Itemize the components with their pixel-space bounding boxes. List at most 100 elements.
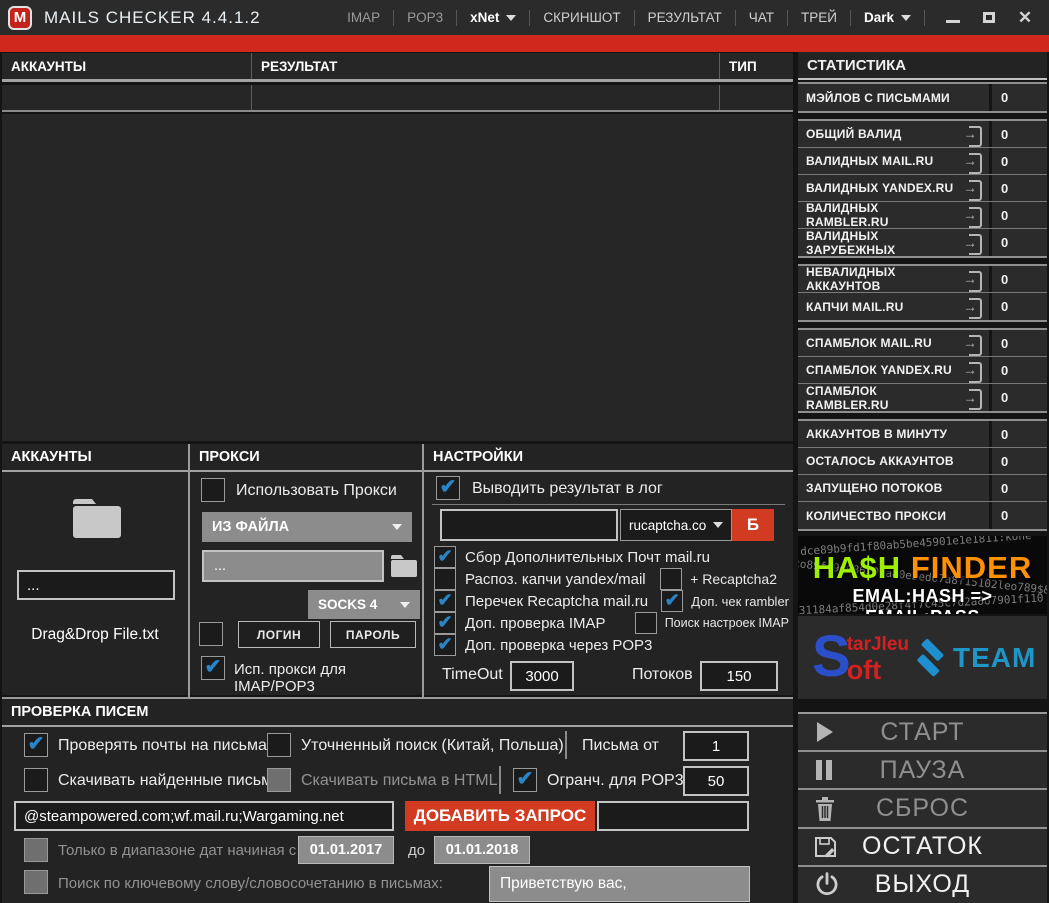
balance-button[interactable]: Б: [732, 509, 774, 541]
chevron-down-icon: [400, 602, 410, 608]
proxy-folder-icon[interactable]: [390, 552, 418, 583]
menu-chat[interactable]: ЧАТ: [736, 10, 787, 25]
stat-value: 0: [992, 293, 1047, 320]
use-proxy-checkbox[interactable]: ✔: [201, 478, 225, 502]
export-icon[interactable]: [963, 335, 982, 352]
download-html-checkbox[interactable]: ✔: [267, 768, 291, 792]
export-icon[interactable]: [963, 298, 982, 315]
menu-tray[interactable]: ТРЕЙ: [788, 10, 850, 25]
keyword-search-checkbox[interactable]: ✔: [24, 870, 48, 894]
captcha-service-select[interactable]: rucaptcha.co: [620, 509, 732, 541]
play-icon: [814, 720, 836, 744]
export-icon[interactable]: [963, 234, 982, 251]
stat-row: ЗАПУЩЕНО ПОТОКОВ 0: [798, 475, 1047, 502]
pop3-check-checkbox[interactable]: ✔: [434, 634, 456, 656]
recaptcha2-label: + Recaptcha2: [690, 571, 777, 587]
menu-imap[interactable]: IMAP: [334, 10, 393, 25]
stat-value: 0: [992, 357, 1047, 383]
proxy-password-button[interactable]: ПАРОЛЬ: [330, 621, 416, 648]
refined-search-checkbox[interactable]: ✔: [267, 733, 291, 757]
log-output-checkbox[interactable]: ✔: [436, 476, 460, 500]
minimize-button[interactable]: [935, 3, 971, 33]
timeout-input[interactable]: 3000: [510, 661, 574, 691]
team-icon: [909, 637, 951, 679]
remainder-button[interactable]: ОСТАТОК: [798, 829, 1047, 867]
imap-check-checkbox[interactable]: ✔: [434, 612, 456, 634]
letters-from-input[interactable]: 1: [683, 731, 749, 761]
export-icon[interactable]: [963, 362, 982, 379]
stats-group: ОБЩИЙ ВАЛИД 0 ВАЛИДНЫХ MAIL.RU 0 ВАЛИДНЫ…: [798, 119, 1047, 258]
export-icon[interactable]: [963, 180, 982, 197]
check-mail-checkbox[interactable]: ✔: [24, 733, 48, 757]
export-icon[interactable]: [963, 389, 982, 406]
export-icon[interactable]: [963, 153, 982, 170]
save-icon: [814, 835, 838, 859]
proxy-auth-checkbox[interactable]: ✔: [199, 622, 223, 646]
pop3-check-label: Доп. проверка через POP3: [465, 637, 652, 654]
captcha-key-input[interactable]: [440, 509, 618, 541]
folder-icon[interactable]: [70, 494, 124, 545]
proxy-file-field[interactable]: ...: [202, 550, 384, 582]
option-row: ✔ Распоз. капчи yandex/mail ✔ + Recaptch…: [434, 568, 777, 590]
accounts-file-path-field[interactable]: ...: [17, 570, 175, 600]
team-logo[interactable]: TEAM: [909, 637, 1036, 679]
pop3-limit-input[interactable]: 50: [683, 766, 749, 796]
proxy-login-button[interactable]: ЛОГИН: [238, 621, 320, 648]
captcha-recognize-checkbox[interactable]: ✔: [434, 568, 456, 590]
menu-result[interactable]: РЕЗУЛЬТАТ: [635, 10, 735, 25]
refined-search-label: Уточненный поиск (Китай, Польша): [301, 737, 564, 755]
date-range-checkbox[interactable]: ✔: [24, 838, 48, 862]
timeout-label: TimeOut: [442, 666, 503, 684]
menu-xnet[interactable]: xNet: [457, 10, 529, 25]
download-letters-checkbox[interactable]: ✔: [24, 768, 48, 792]
results-log-area[interactable]: [2, 114, 793, 441]
column-type[interactable]: ТИП: [720, 53, 793, 79]
query-secondary-input[interactable]: [597, 801, 749, 831]
add-query-button[interactable]: ДОБАВИТЬ ЗАПРОС: [405, 801, 595, 831]
download-html-label: Скачивать письма в HTML: [301, 772, 497, 790]
option-row: ✔ Доп. проверка IMAP ✔ Поиск настроек IM…: [434, 612, 789, 634]
proxy-source-select[interactable]: ИЗ ФАЙЛА: [202, 512, 412, 542]
reset-button[interactable]: СБРОС: [798, 790, 1047, 828]
export-icon[interactable]: [963, 126, 982, 143]
export-icon[interactable]: [963, 207, 982, 224]
hash-finder-banner[interactable]: dce89b9fd1f80ab5be45901e1e1811:kone 8co8…: [798, 536, 1047, 614]
start-button[interactable]: СТАРТ: [798, 714, 1047, 752]
pause-button[interactable]: ПАУЗА: [798, 752, 1047, 790]
collect-extra-mail-checkbox[interactable]: ✔: [434, 546, 456, 568]
proxy-imap-pop3-checkbox[interactable]: ✔: [201, 656, 225, 680]
query-input[interactable]: @steampowered.com;wf.mail.ru;Wargaming.n…: [14, 801, 394, 831]
threads-input[interactable]: 150: [700, 661, 778, 691]
chevron-down-icon: [713, 522, 723, 528]
theme-select[interactable]: Dark: [851, 10, 924, 25]
menu-screenshot[interactable]: СКРИНШОТ: [530, 10, 633, 25]
menu-pop3[interactable]: POP3: [394, 10, 456, 25]
stat-row: СПАМБЛОК RAMBLER.RU 0: [798, 384, 1047, 411]
keyword-input[interactable]: Приветствую вас,: [489, 866, 750, 902]
keyword-search-label: Поиск по ключевому слову/словосочетанию …: [58, 875, 443, 892]
table-row[interactable]: [2, 85, 793, 112]
recheck-recaptcha-checkbox[interactable]: ✔: [434, 590, 456, 612]
recaptcha2-checkbox[interactable]: ✔: [660, 568, 682, 590]
option-row: ✔ Перечек Recaptcha mail.ru ✔ Доп. чек r…: [434, 590, 789, 612]
trash-icon: [814, 796, 836, 822]
use-proxy-label: Использовать Прокси: [236, 482, 397, 500]
close-button[interactable]: ✕: [1007, 3, 1043, 33]
imap-settings-search-checkbox[interactable]: ✔: [635, 612, 657, 634]
date-from-field[interactable]: 01.01.2017: [298, 836, 394, 864]
maximize-button[interactable]: [971, 3, 1007, 33]
date-to-field[interactable]: 01.01.2018: [434, 836, 530, 864]
column-accounts[interactable]: АККАУНТЫ: [2, 53, 252, 79]
letters-panel-title: ПРОВЕРКА ПИСЕМ: [2, 699, 793, 727]
check-mail-label: Проверять почты на письма: [58, 737, 267, 755]
export-icon[interactable]: [963, 271, 982, 288]
pop3-limit-checkbox[interactable]: ✔: [513, 768, 537, 792]
statistics-sidebar: СТАТИСТИКА МЭЙЛОВ С ПИСЬМАМИ 0 ОБЩИЙ ВАЛ…: [798, 52, 1047, 903]
stat-row: ВАЛИДНЫХ ЗАРУБЕЖНЫХ 0: [798, 229, 1047, 256]
rambler-check-checkbox[interactable]: ✔: [661, 590, 683, 612]
column-result[interactable]: РЕЗУЛЬТАТ: [252, 53, 720, 79]
exit-button[interactable]: ВЫХОД: [798, 867, 1047, 903]
starjleu-logo[interactable]: S tarJleu oft: [812, 631, 909, 684]
captcha-recognize-label: Распоз. капчи yandex/mail: [465, 571, 646, 588]
proxy-type-select[interactable]: SOCKS 4: [308, 590, 420, 619]
